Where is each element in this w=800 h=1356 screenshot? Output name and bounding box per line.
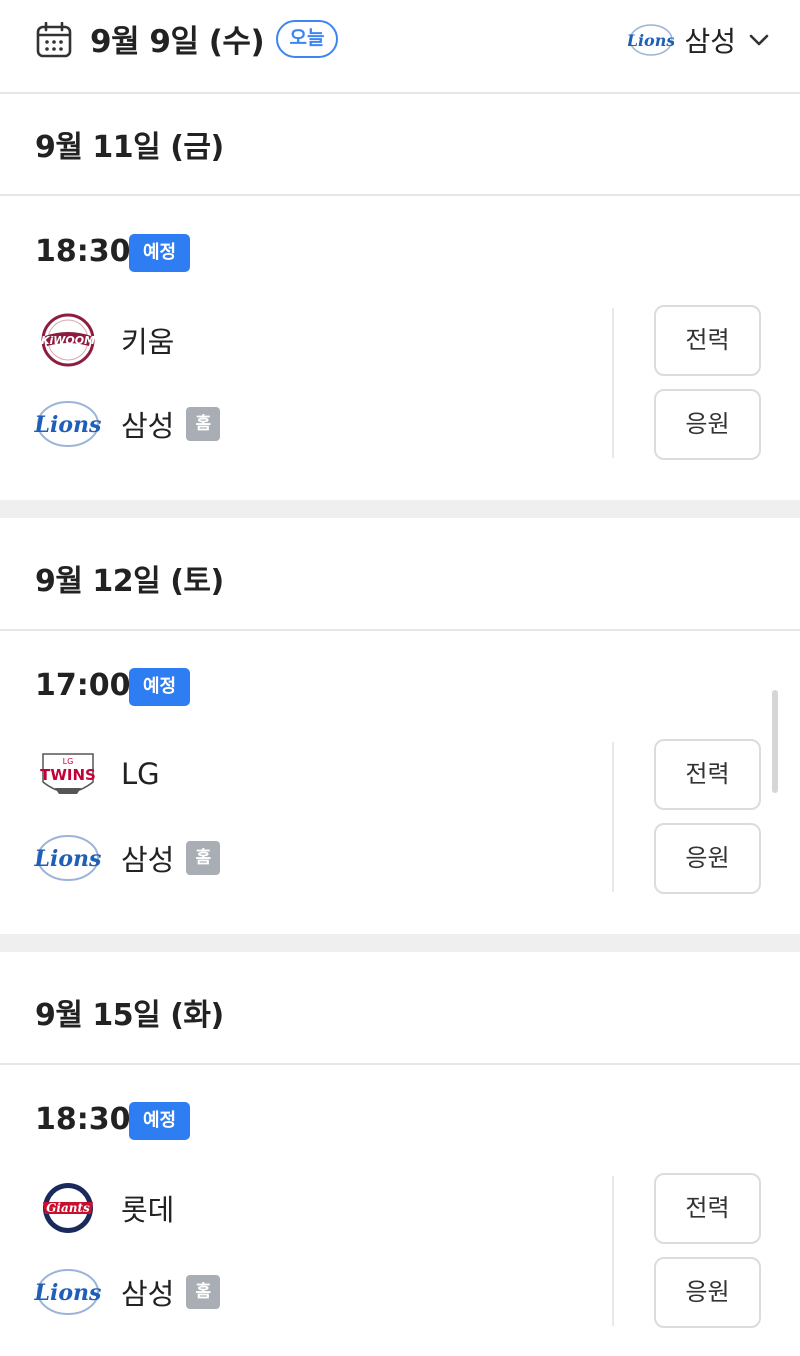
cheer-button[interactable]: 응원 — [654, 823, 761, 894]
day-date: 9월 12일 (토) — [35, 564, 224, 599]
lineup-button[interactable]: 전력 — [654, 305, 761, 376]
game-card: 17:00 예정 LG TWINS LG Lions 삼성 홈 전력 응원 — [0, 632, 800, 922]
chevron-down-icon[interactable] — [748, 29, 770, 51]
kiwoom-logo: KiWOOM — [41, 313, 95, 367]
svg-text:Lions: Lions — [34, 846, 102, 872]
team-name: LG — [121, 757, 160, 791]
home-team[interactable]: Lions 삼성 홈 — [33, 396, 221, 452]
current-date[interactable]: 9월 9일 (수) — [90, 16, 265, 61]
svg-text:Lions: Lions — [34, 1280, 102, 1306]
team-selector[interactable]: Lions 삼성 — [628, 18, 770, 62]
day-header: 9월 15일 (화) — [0, 952, 800, 1065]
svg-text:KiWOOM: KiWOOM — [41, 334, 95, 347]
away-team[interactable]: LG TWINS LG — [33, 746, 160, 802]
today-button[interactable]: 오늘 — [276, 20, 338, 58]
scrollbar[interactable] — [772, 690, 778, 793]
section-separator — [0, 500, 800, 518]
svg-text:Lions: Lions — [34, 412, 102, 438]
cheer-button[interactable]: 응원 — [654, 389, 761, 460]
day-header: 9월 12일 (토) — [0, 518, 800, 631]
divider — [612, 742, 614, 892]
home-team[interactable]: Lions 삼성 홈 — [33, 1264, 221, 1320]
svg-text:LG: LG — [63, 757, 74, 766]
top-bar: 9월 9일 (수) 오늘 Lions 삼성 — [0, 0, 800, 94]
home-badge: 홈 — [186, 841, 221, 875]
lineup-button[interactable]: 전력 — [654, 1173, 761, 1244]
status-badge: 예정 — [129, 1102, 190, 1140]
team-name: 삼성 — [121, 843, 175, 877]
team-name: 롯데 — [121, 1193, 175, 1227]
game-time: 18:30 — [35, 1102, 131, 1137]
svg-text:TWINS: TWINS — [40, 766, 96, 784]
day-header: 9월 11일 (금) — [0, 96, 800, 196]
home-badge: 홈 — [186, 1275, 221, 1309]
lg-twins-logo: LG TWINS — [40, 753, 96, 794]
team-name: 삼성 — [121, 1277, 175, 1311]
lotte-giants-logo: Giants — [43, 1183, 93, 1233]
lions-logo: Lions — [628, 24, 674, 56]
divider — [612, 1176, 614, 1326]
home-badge: 홈 — [186, 407, 221, 441]
lineup-button[interactable]: 전력 — [654, 739, 761, 810]
status-badge: 예정 — [129, 668, 190, 706]
away-team[interactable]: KiWOOM 키움 — [33, 312, 174, 368]
calendar-icon[interactable] — [36, 22, 72, 58]
away-team[interactable]: Giants 롯데 — [33, 1180, 174, 1236]
home-team[interactable]: Lions 삼성 홈 — [33, 830, 221, 886]
lions-logo: Lions — [34, 401, 102, 447]
game-time: 17:00 — [35, 668, 131, 703]
divider — [612, 308, 614, 458]
svg-text:Lions: Lions — [628, 31, 674, 50]
day-date: 9월 11일 (금) — [35, 130, 224, 165]
status-badge: 예정 — [129, 234, 190, 272]
lions-logo: Lions — [34, 1269, 102, 1315]
team-name: 삼성 — [121, 409, 175, 443]
team-name: 키움 — [121, 325, 175, 359]
game-time: 18:30 — [35, 234, 131, 269]
selected-team-name: 삼성 — [684, 25, 736, 58]
svg-text:Giants: Giants — [46, 1201, 90, 1215]
day-date: 9월 15일 (화) — [35, 998, 224, 1033]
lions-logo: Lions — [34, 835, 102, 881]
game-card: 18:30 예정 Giants 롯데 Lions 삼성 홈 전력 응원 — [0, 1066, 800, 1356]
game-card: 18:30 예정 KiWOOM 키움 Lions 삼성 홈 전력 응원 — [0, 198, 800, 488]
section-separator — [0, 934, 800, 952]
cheer-button[interactable]: 응원 — [654, 1257, 761, 1328]
